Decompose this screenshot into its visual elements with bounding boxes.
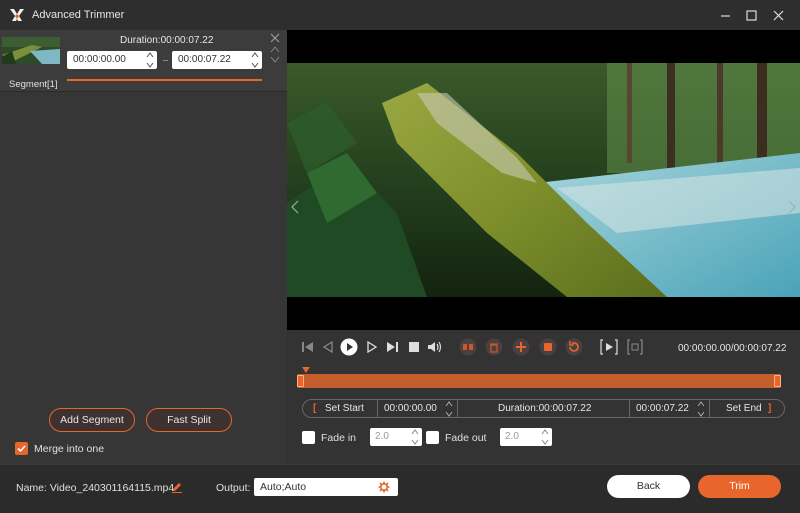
fade-out-value: 2.0: [505, 431, 519, 442]
trim-duration: Duration:00:00:07.22: [498, 403, 592, 414]
gear-icon[interactable]: [378, 481, 390, 493]
fade-out-checkbox[interactable]: [426, 431, 439, 444]
set-start-button[interactable]: Set Start: [325, 403, 364, 414]
range-separator: [163, 60, 168, 61]
reset-icon[interactable]: [565, 338, 583, 356]
output-settings-field[interactable]: Auto;Auto: [254, 478, 398, 496]
move-up-icon[interactable]: [270, 46, 280, 53]
segment-end-value: 00:00:07.22: [178, 54, 231, 65]
window-title: Advanced Trimmer: [32, 9, 125, 21]
timeline-track[interactable]: [297, 374, 781, 388]
segment-duration: Duration:00:00:07.22: [120, 35, 214, 46]
stop-icon[interactable]: [405, 338, 423, 356]
close-icon[interactable]: [768, 5, 788, 25]
playhead-marker[interactable]: [302, 367, 310, 373]
trim-divider: [377, 400, 378, 417]
prev-frame-icon[interactable]: [319, 338, 337, 356]
fade-in-value: 2.0: [375, 431, 389, 442]
start-bracket-icon: [: [313, 403, 317, 414]
title-bar: Advanced Trimmer: [0, 0, 800, 30]
app-logo-icon: [10, 9, 24, 21]
next-frame-icon[interactable]: [363, 338, 381, 356]
segment-item[interactable]: Duration:00:00:07.22 00:00:00.00 00:00:0…: [0, 30, 287, 92]
trim-divider: [709, 400, 710, 417]
skip-to-start-icon[interactable]: [299, 338, 317, 356]
trim-divider: [629, 400, 630, 417]
segment-label: Segment[1]: [9, 79, 58, 90]
segment-start-spinner[interactable]: [146, 52, 154, 68]
video-preview: [287, 30, 800, 330]
name-label: Name:: [16, 482, 47, 494]
back-button[interactable]: Back: [607, 475, 690, 498]
maximize-icon[interactable]: [741, 5, 761, 25]
split-icon[interactable]: [459, 338, 477, 356]
segment-end-field[interactable]: 00:00:07.22: [172, 51, 262, 69]
fade-out-label: Fade out: [445, 432, 487, 444]
file-name: Video_240301164115.mp4: [49, 482, 175, 494]
fullscreen-icon[interactable]: [626, 338, 644, 356]
output-value: Auto;Auto: [260, 481, 307, 493]
checkmark-icon: [17, 445, 26, 453]
segment-start-field[interactable]: 00:00:00.00: [67, 51, 157, 69]
fade-out-field[interactable]: 2.0: [500, 428, 552, 446]
fade-out-spinner[interactable]: [541, 429, 549, 445]
play-segment-icon[interactable]: [600, 338, 618, 356]
trim-end-time[interactable]: 00:00:07.22: [636, 403, 689, 414]
skip-to-end-icon[interactable]: [383, 338, 401, 356]
remove-segment-icon[interactable]: [269, 32, 281, 44]
fade-in-label: Fade in: [321, 432, 357, 444]
video-frame: [287, 63, 800, 297]
move-down-icon[interactable]: [270, 56, 280, 63]
segment-end-spinner[interactable]: [251, 52, 259, 68]
merge-label: Merge into one: [34, 443, 105, 455]
end-bracket-icon: ]: [768, 403, 772, 414]
fade-in-spinner[interactable]: [411, 429, 419, 445]
fade-in-checkbox[interactable]: [302, 431, 315, 444]
previous-arrow-icon[interactable]: [291, 200, 299, 214]
trim-divider: [457, 400, 458, 417]
add-segment-button[interactable]: Add Segment: [49, 408, 135, 432]
trim-end-spinner[interactable]: [697, 401, 705, 417]
trim-start-time[interactable]: 00:00:00.00: [384, 403, 437, 414]
fade-in-field[interactable]: 2.0: [370, 428, 422, 446]
add-icon[interactable]: [512, 338, 530, 356]
output-label: Output:: [216, 482, 251, 494]
segment-progress-bar: [67, 79, 262, 81]
segment-panel: Duration:00:00:07.22 00:00:00.00 00:00:0…: [0, 30, 287, 464]
set-end-button[interactable]: Set End: [726, 403, 762, 414]
trim-button[interactable]: Trim: [698, 475, 781, 498]
fast-split-button[interactable]: Fast Split: [146, 408, 232, 432]
merge-checkbox[interactable]: [15, 442, 28, 455]
next-arrow-icon[interactable]: [788, 200, 796, 214]
segment-thumbnail: [2, 37, 60, 64]
time-readout: 00:00:00.00/00:00:07.22: [678, 343, 787, 354]
timeline-selection: [297, 374, 781, 388]
minimize-icon[interactable]: [715, 5, 735, 25]
file-name-row: Name: Video_240301164115.mp4: [16, 482, 174, 494]
start-handle[interactable]: [297, 375, 304, 387]
volume-icon[interactable]: [426, 338, 444, 356]
trim-start-spinner[interactable]: [445, 401, 453, 417]
edit-name-icon[interactable]: [171, 481, 183, 493]
delete-icon[interactable]: [485, 338, 503, 356]
end-handle[interactable]: [774, 375, 781, 387]
copy-icon[interactable]: [539, 338, 557, 356]
segment-start-value: 00:00:00.00: [73, 54, 126, 65]
play-icon[interactable]: [340, 338, 358, 356]
